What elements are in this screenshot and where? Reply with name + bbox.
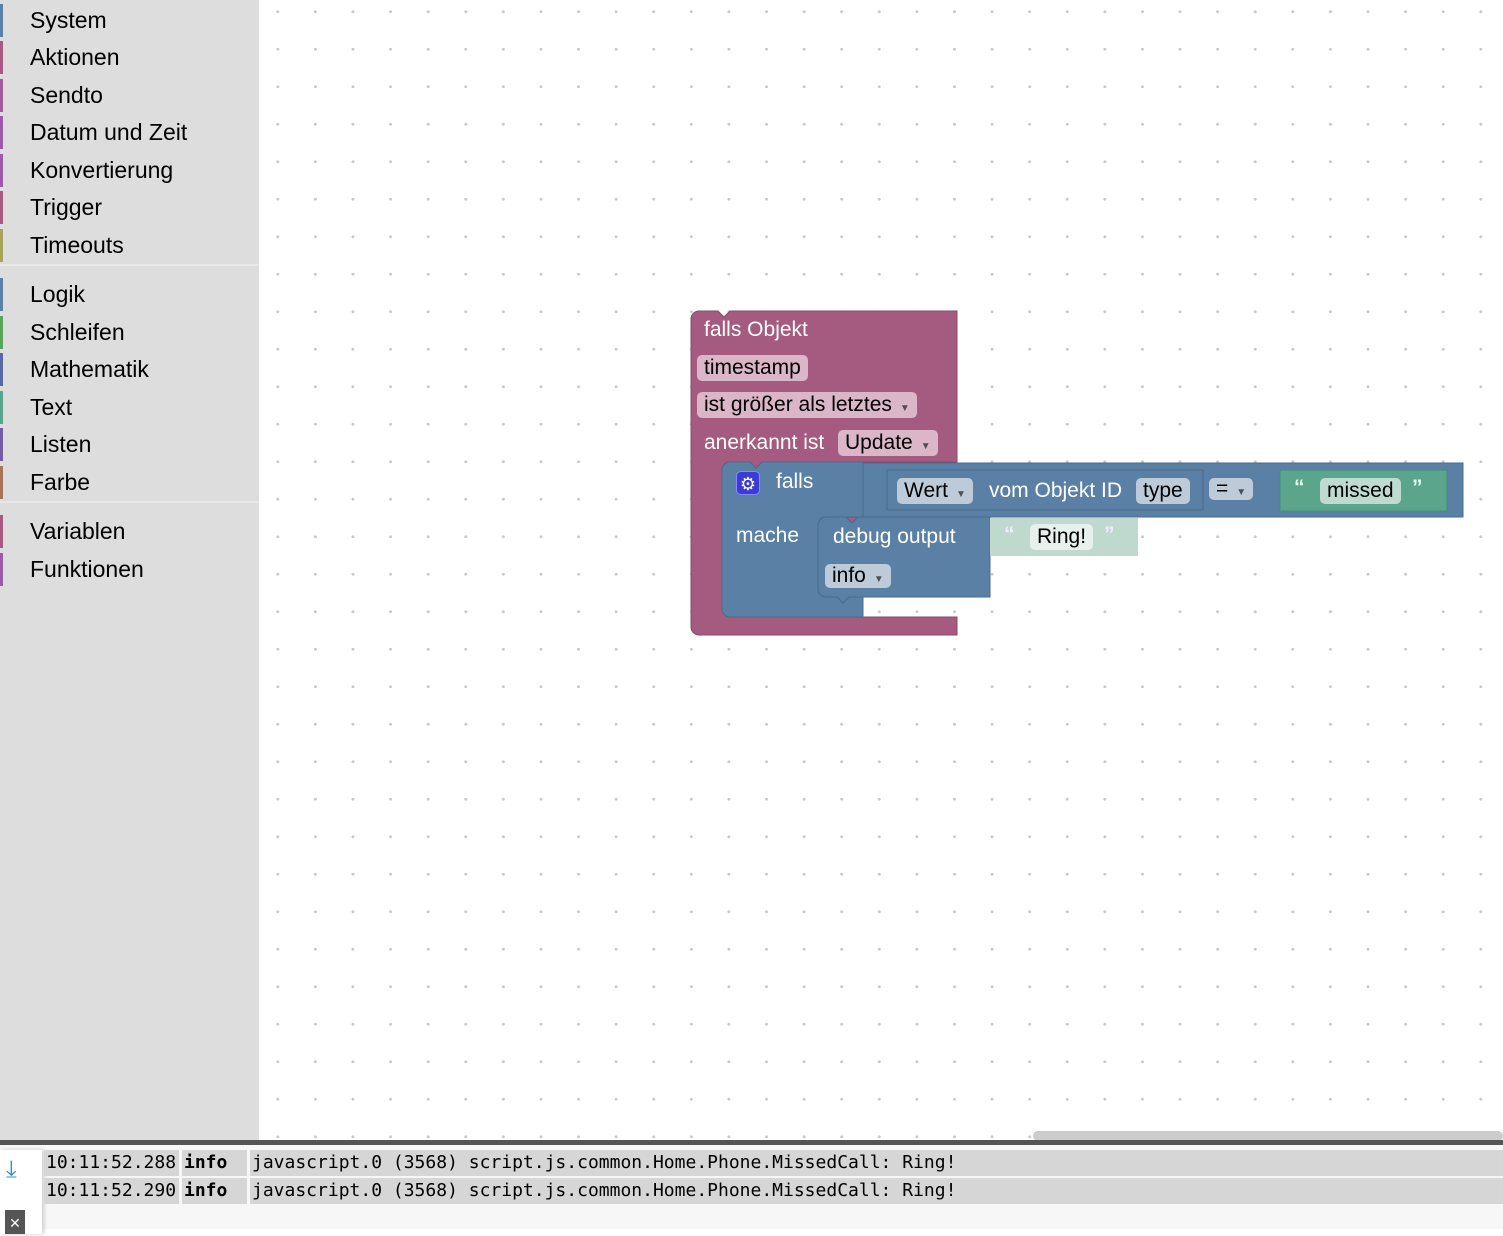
category-color-bar bbox=[0, 41, 3, 74]
category-label: Trigger bbox=[30, 194, 102, 220]
category-system[interactable]: System bbox=[0, 4, 259, 37]
property-dropdown[interactable]: Wert ▼ bbox=[897, 478, 973, 504]
category-label: Funktionen bbox=[30, 556, 144, 582]
log-message: javascript.0 (3568) script.js.common.Hom… bbox=[250, 1150, 1503, 1176]
category-label: Logik bbox=[30, 281, 85, 307]
log-message: javascript.0 (3568) script.js.common.Hom… bbox=[250, 1178, 1503, 1204]
if-label: falls bbox=[776, 470, 814, 493]
missed-text-field[interactable]: missed bbox=[1320, 478, 1401, 504]
category-color-bar bbox=[0, 4, 3, 37]
category-sendto[interactable]: Sendto bbox=[0, 79, 259, 112]
quote-open-icon: “ bbox=[1294, 476, 1305, 499]
category-color-bar bbox=[0, 553, 3, 586]
category-color-bar bbox=[0, 154, 3, 187]
category-funktionen[interactable]: Funktionen bbox=[0, 553, 259, 586]
category-listen[interactable]: Listen bbox=[0, 428, 259, 461]
ring-text-field[interactable]: Ring! bbox=[1030, 524, 1094, 550]
debug-label: debug output bbox=[833, 525, 956, 548]
category-separator bbox=[0, 501, 259, 503]
ack-dropdown[interactable]: Update ▼ bbox=[838, 430, 938, 456]
log-panel: ⤓ ✕ 10:11:52.288 info javascript.0 (3568… bbox=[0, 1140, 1503, 1234]
category-color-bar bbox=[0, 229, 3, 262]
category-farbe[interactable]: Farbe bbox=[0, 466, 259, 499]
category-color-bar bbox=[0, 278, 3, 311]
category-color-bar bbox=[0, 79, 3, 112]
object-field[interactable]: timestamp bbox=[697, 355, 808, 381]
category-color-bar bbox=[0, 391, 3, 424]
category-color-bar bbox=[0, 316, 3, 349]
quote-open-icon: “ bbox=[1004, 523, 1015, 546]
log-time: 10:11:52.290 bbox=[44, 1178, 179, 1204]
category-text[interactable]: Text bbox=[0, 391, 259, 424]
category-label: Sendto bbox=[30, 82, 103, 108]
of-object-label: vom Objekt ID bbox=[989, 479, 1123, 502]
category-label: Variablen bbox=[30, 518, 126, 544]
category-label: Aktionen bbox=[30, 44, 120, 70]
category-logik[interactable]: Logik bbox=[0, 278, 259, 311]
log-level: info bbox=[182, 1178, 247, 1204]
category-color-bar bbox=[0, 515, 3, 548]
do-label: mache bbox=[736, 524, 800, 547]
quote-close-icon: ” bbox=[1412, 476, 1423, 499]
blockly-workspace[interactable]: falls Objekt timestamp ist größer als le… bbox=[259, 0, 1503, 1141]
category-label: System bbox=[30, 7, 107, 33]
category-color-bar bbox=[0, 466, 3, 499]
category-label: Mathematik bbox=[30, 356, 149, 382]
category-timeouts[interactable]: Timeouts bbox=[0, 229, 259, 262]
scroll-down-icon[interactable]: ⤓ bbox=[6, 1158, 17, 1182]
toolbox-sidebar: System Aktionen Sendto Datum und Zeit Konver… bbox=[0, 0, 259, 1141]
condition-dropdown[interactable]: ist größer als letztes ▼ bbox=[697, 392, 917, 418]
category-label: Farbe bbox=[30, 469, 91, 495]
category-separator bbox=[0, 264, 259, 266]
category-label: Listen bbox=[30, 431, 92, 457]
category-color-bar bbox=[0, 116, 3, 149]
category-color-bar bbox=[0, 191, 3, 224]
category-schleifen[interactable]: Schleifen bbox=[0, 316, 259, 349]
category-konvertierung[interactable]: Konvertierung bbox=[0, 154, 259, 187]
category-mathematik[interactable]: Mathematik bbox=[0, 353, 259, 386]
ack-label: anerkannt ist bbox=[704, 431, 825, 454]
category-variablen[interactable]: Variablen bbox=[0, 515, 259, 548]
category-label: Konvertierung bbox=[30, 157, 174, 183]
category-label: Text bbox=[30, 394, 73, 420]
category-label: Timeouts bbox=[30, 232, 124, 258]
category-color-bar bbox=[0, 353, 3, 386]
gear-icon[interactable]: ⚙ bbox=[736, 471, 760, 495]
trash-icon[interactable]: ✕ bbox=[5, 1210, 25, 1234]
object-id-field[interactable]: type bbox=[1136, 478, 1190, 504]
trigger-title: falls Objekt bbox=[704, 318, 808, 341]
operator-dropdown[interactable]: = ▼ bbox=[1209, 478, 1254, 500]
quote-close-icon: ” bbox=[1104, 523, 1115, 546]
level-dropdown[interactable]: info ▼ bbox=[825, 564, 891, 588]
category-color-bar bbox=[0, 428, 3, 461]
category-aktionen[interactable]: Aktionen bbox=[0, 41, 259, 74]
category-datum-und-zeit[interactable]: Datum und Zeit bbox=[0, 116, 259, 149]
log-level: info bbox=[182, 1150, 247, 1176]
category-trigger[interactable]: Trigger bbox=[0, 191, 259, 224]
category-label: Datum und Zeit bbox=[30, 119, 188, 145]
log-time: 10:11:52.288 bbox=[44, 1150, 179, 1176]
category-label: Schleifen bbox=[30, 319, 125, 345]
